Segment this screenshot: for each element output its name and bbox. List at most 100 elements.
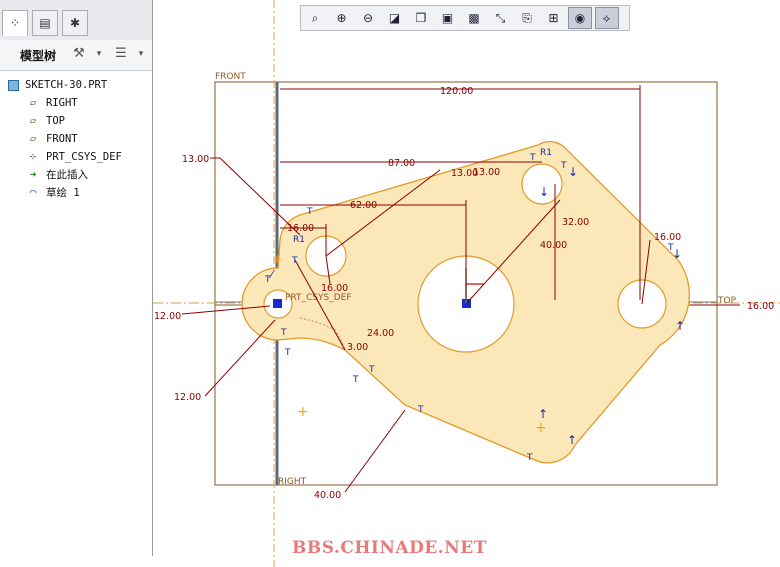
dimension-text[interactable]: 62.00 (350, 200, 377, 211)
dimension-text[interactable]: 40.00 (540, 240, 567, 251)
svg-text:T: T (280, 328, 287, 338)
orient-button[interactable]: ❒ (409, 7, 433, 29)
tree-view-icon: ⁘ (9, 16, 21, 30)
zoom-in-button[interactable]: ⊕ (330, 7, 354, 29)
sketch-display-button[interactable]: ◉ (568, 7, 592, 29)
tree-item-right[interactable]: ▱ RIGHT (8, 94, 122, 112)
svg-text:T: T (526, 453, 533, 463)
dimension-text[interactable]: 16.00 (747, 301, 774, 312)
dimension-text[interactable]: 13.00 (182, 154, 209, 165)
tree-item-front[interactable]: ▱ FRONT (8, 130, 122, 148)
tree-item-csys[interactable]: ⊹ PRT_CSYS_DEF (8, 148, 122, 166)
saved-views-button[interactable]: ▣ (436, 7, 460, 29)
front-plane-label: FRONT (215, 72, 246, 82)
zoom-out-icon: ⊖ (362, 11, 374, 25)
tab-folder-browser[interactable]: ▤ (32, 10, 58, 36)
csys-icon: ⊹ (29, 152, 37, 161)
layers-button[interactable]: ▩ (462, 7, 486, 29)
graphics-window[interactable]: FRONT RIGHT TOP PRT_CSYS_DEF + + + 120.0… (153, 0, 780, 567)
tree-item-label: SKETCH-30.PRT (25, 79, 108, 91)
navigator-tab-bar: ⁘ ▤ ✱ (0, 0, 152, 41)
dimension-text[interactable]: 3.00 (347, 342, 368, 353)
tab-model-tree[interactable]: ⁘ (2, 10, 28, 36)
tree-item-sketch[interactable]: ◠ 草绘 1 (8, 184, 122, 202)
svg-text:T: T (291, 256, 298, 266)
point-marker: + (535, 420, 547, 436)
zoom-in-icon: ⊕ (336, 11, 347, 25)
datum-plane-icon: ▱ (29, 114, 37, 127)
chevron-down-icon[interactable]: ▾ (132, 45, 150, 63)
tree-item-top[interactable]: ▱ TOP (8, 112, 122, 130)
tree-title: 模型树 (20, 49, 57, 63)
star-folder-icon: ✱ (69, 16, 81, 30)
sketch-svg: FRONT RIGHT TOP PRT_CSYS_DEF + + + 120.0… (153, 0, 780, 567)
tree-item-label: RIGHT (46, 97, 78, 109)
zoom-to-fit-button[interactable]: ⌕ (303, 7, 327, 29)
csys-marker (273, 299, 282, 308)
radius-label[interactable]: R1 (293, 235, 305, 245)
magnifier-icon: ⌕ (311, 11, 319, 25)
vertex-icon: ⟡ (602, 11, 611, 25)
tree-item-part[interactable]: SKETCH-30.PRT (8, 76, 122, 94)
dimension-text[interactable]: 16.00 (654, 232, 681, 243)
model-tree: SKETCH-30.PRT ▱ RIGHT ▱ TOP ▱ FRONT ⊹ PRT_CS… (8, 76, 122, 202)
grid-icon: ⊞ (548, 11, 559, 25)
settings-tools-icon[interactable]: ⚒ (70, 45, 88, 63)
radius-label[interactable]: R1 (540, 148, 552, 158)
cube-icon: ❒ (415, 11, 427, 25)
constraint-display-button[interactable]: ⎘ (515, 7, 539, 29)
dimension-text[interactable]: 16.00 (287, 223, 314, 234)
dimension-icon: ⤡ (495, 11, 506, 25)
dimension-text[interactable]: 32.00 (562, 217, 589, 228)
svg-text:T: T (529, 153, 536, 163)
view-toolbar: ⌕ ⊕ ⊖ ◪ ❒ ▣ ▩ ⤡ ⎘ ⊞ ◉ ⟡ (300, 5, 630, 31)
tree-item-label: PRT_CSYS_DEF (46, 151, 122, 163)
svg-text:↑: ↑ (538, 407, 548, 421)
svg-text:T: T (306, 207, 313, 217)
datum-plane-icon: ▱ (29, 132, 37, 145)
show-filter-icon[interactable]: ☰ (112, 45, 130, 63)
dimension-text[interactable]: 16.00 (321, 283, 348, 294)
dimension-text[interactable]: 13.00 (473, 167, 500, 178)
point-marker: + (272, 252, 282, 266)
camera-icon: ▩ (468, 11, 480, 25)
zoom-out-button[interactable]: ⊖ (356, 7, 380, 29)
grid-display-button[interactable]: ⊞ (542, 7, 566, 29)
tree-item-insert-here[interactable]: ➜ 在此插入 (8, 166, 122, 184)
model-tree-panel: ⁘ ▤ ✱ 模型树 ⚒ ▾ ☰ ▾ SKETCH-30.PRT ▱ RIGHT ▱… (0, 0, 153, 556)
repaint-icon: ◪ (388, 11, 401, 25)
sketch-icon: ◠ (29, 186, 37, 199)
dimension-text[interactable]: 120.00 (440, 86, 473, 97)
svg-text:T: T (417, 405, 424, 415)
dimension-text[interactable]: 87.00 (388, 158, 415, 169)
vertex-display-button[interactable]: ⟡ (594, 7, 619, 29)
svg-text:T: T (284, 348, 291, 358)
dimension-text[interactable]: 24.00 (367, 328, 394, 339)
dimension-display-button[interactable]: ⤡ (489, 7, 513, 29)
dimension-text[interactable]: 40.00 (314, 490, 341, 501)
tree-item-label: TOP (46, 115, 65, 127)
repaint-button[interactable]: ◪ (383, 7, 407, 29)
svg-text:↓: ↓ (568, 165, 578, 179)
svg-text:↑: ↑ (567, 433, 577, 447)
datum-plane-icon: ▱ (29, 96, 37, 109)
saved-views-icon: ▣ (441, 11, 454, 25)
folder-icon: ▤ (39, 16, 51, 30)
svg-text:↑: ↑ (675, 319, 685, 333)
watermark: BBS.CHINADE.NET (292, 538, 487, 558)
eye-icon: ◉ (574, 11, 586, 25)
chevron-down-icon[interactable]: ▾ (90, 45, 108, 63)
dimension-text[interactable]: 12.00 (154, 311, 181, 322)
constraint-icon: ⎘ (522, 11, 532, 25)
svg-text:↓: ↓ (539, 185, 549, 199)
svg-text:T: T (368, 365, 375, 375)
tab-favorites[interactable]: ✱ (62, 10, 88, 36)
svg-text:T: T (352, 375, 359, 385)
tree-toolbar: 模型树 ⚒ ▾ ☰ ▾ (0, 40, 152, 71)
dimension-text[interactable]: 12.00 (174, 392, 201, 403)
svg-text:T: T (560, 161, 567, 171)
tree-item-label: FRONT (46, 133, 78, 145)
svg-text:↓: ↓ (672, 247, 682, 261)
tree-item-label: 草绘 1 (46, 187, 80, 199)
tree-item-label: 在此插入 (46, 169, 88, 181)
